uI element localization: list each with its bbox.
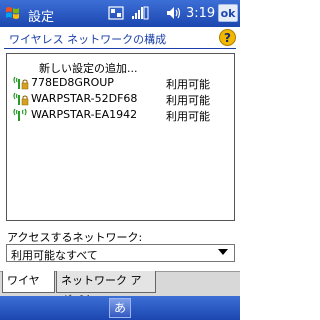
add-new-setting-item[interactable]: 新しい設定の追加... — [39, 60, 138, 76]
page-title: ワイヤレス ネットワークの構成 — [9, 33, 167, 46]
clock[interactable]: 3:19 — [186, 6, 215, 21]
help-icon[interactable]: ? — [219, 29, 236, 46]
heading-separator — [4, 48, 236, 49]
network-status: 利用可能 — [166, 110, 210, 123]
access-networks-label: アクセスするネットワーク: — [7, 231, 143, 244]
menu-bar: あ — [0, 296, 240, 320]
network-status: 利用可能 — [166, 78, 210, 91]
wifi-secure-icon — [13, 92, 29, 106]
network-name: WARPSTAR-52DF68 — [31, 92, 138, 105]
wifi-secure-icon — [13, 76, 29, 90]
network-name: WARPSTAR-EA1942 — [31, 108, 138, 121]
network-row[interactable]: WARPSTAR-EA1942 利用可能 — [7, 107, 234, 123]
volume-icon[interactable] — [166, 6, 182, 20]
ok-button[interactable]: ok — [218, 4, 238, 22]
svg-text:?: ? — [224, 31, 231, 45]
network-status: 利用可能 — [166, 94, 210, 107]
access-networks-select[interactable]: 利用可能なすべて — [6, 244, 235, 262]
title-bar: 設定 3:19 ok — [0, 0, 240, 27]
network-list[interactable]: 新しい設定の追加... 778ED8GROUP 利用可能 WARPSTAR-52… — [6, 53, 235, 221]
input-method-button[interactable]: あ — [109, 298, 131, 318]
signal-icon[interactable] — [131, 6, 149, 20]
tab-network-adapters[interactable]: ネットワーク アダプタ — [56, 271, 156, 307]
tab-wireless[interactable]: ワイヤレス — [2, 271, 55, 307]
wifi-icon — [13, 108, 27, 121]
tab-bar: ワイヤレス ネットワーク アダプタ — [0, 271, 240, 307]
app-title: 設定 — [28, 10, 55, 25]
network-icon[interactable] — [108, 6, 124, 20]
dropdown-arrow-icon[interactable] — [218, 249, 228, 255]
access-networks-value: 利用可能なすべて — [11, 249, 98, 262]
network-name: 778ED8GROUP — [31, 76, 114, 89]
windows-flag-icon[interactable] — [4, 4, 22, 22]
network-row[interactable]: WARPSTAR-52DF68 利用可能 — [7, 91, 234, 107]
network-row[interactable]: 778ED8GROUP 利用可能 — [7, 75, 234, 91]
